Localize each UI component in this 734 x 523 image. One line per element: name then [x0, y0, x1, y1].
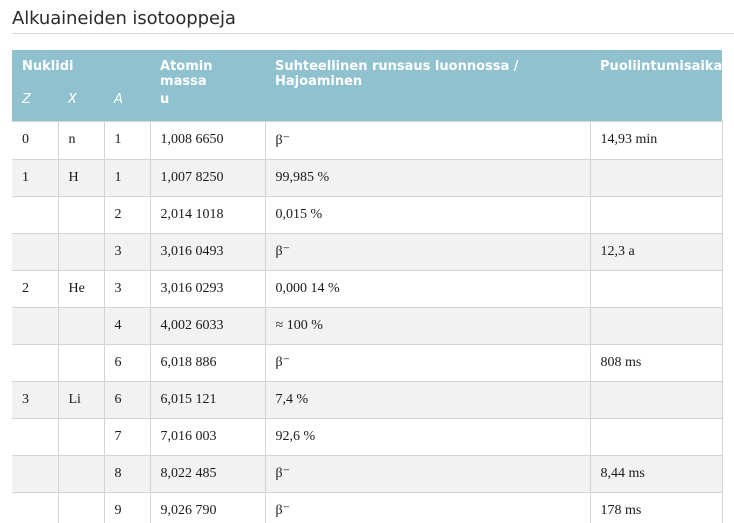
- table-row: 3 3,016 0493 β⁻ 12,3 a: [12, 232, 723, 271]
- header-empty: [590, 89, 723, 121]
- cell-element: Li: [57, 380, 105, 419]
- table-row: 7 7,016 003 92,6 %: [12, 417, 723, 456]
- table-row: 4 4,002 6033 ≈ 100 %: [12, 306, 723, 345]
- cell-element: [57, 454, 105, 493]
- cell-abundance-decay: β⁻: [264, 232, 591, 271]
- cell-atomic-mass: 7,016 003: [149, 417, 266, 456]
- cell-half-life: 8,44 ms: [589, 454, 723, 493]
- cell-mass-number: 3: [103, 269, 151, 308]
- cell-mass-number: 6: [103, 343, 151, 382]
- cell-half-life: [589, 417, 723, 456]
- cell-mass-number: 4: [103, 306, 151, 345]
- table-row: 1 H 1 1,007 8250 99,985 %: [12, 158, 723, 197]
- cell-element: [57, 306, 105, 345]
- cell-element: He: [57, 269, 105, 308]
- cell-element: [57, 491, 105, 523]
- cell-half-life: 178 ms: [589, 491, 723, 523]
- cell-mass-number: 8: [103, 454, 151, 493]
- cell-z: [12, 343, 59, 382]
- cell-mass-number: 3: [103, 232, 151, 271]
- cell-z: 3: [12, 380, 59, 419]
- cell-atomic-mass: 2,014 1018: [149, 195, 266, 234]
- cell-mass-number: 1: [103, 120, 151, 160]
- cell-half-life: 12,3 a: [589, 232, 723, 271]
- cell-element: H: [57, 158, 105, 197]
- cell-abundance-decay: 92,6 %: [264, 417, 591, 456]
- cell-half-life: [589, 380, 723, 419]
- cell-half-life: 14,93 min: [589, 120, 723, 160]
- cell-half-life: [589, 158, 723, 197]
- cell-abundance-decay: 0,015 %: [264, 195, 591, 234]
- table-body: 0 n 1 1,008 6650 β⁻ 14,93 min 1 H 1 1,007 8250 99,…: [12, 120, 723, 523]
- cell-atomic-mass: 1,007 8250: [149, 158, 266, 197]
- table-row: 2 He 3 3,016 0293 0,000 14 %: [12, 269, 723, 308]
- header-a: A: [104, 89, 151, 121]
- cell-abundance-decay: ≈ 100 %: [264, 306, 591, 345]
- cell-element: [57, 232, 105, 271]
- cell-abundance-decay: β⁻: [264, 454, 591, 493]
- header-nuklidi: Nuklidi: [12, 50, 151, 89]
- cell-abundance-decay: β⁻: [264, 491, 591, 523]
- header-empty: [265, 89, 591, 121]
- table-row: 8 8,022 485 β⁻ 8,44 ms: [12, 454, 723, 493]
- cell-abundance-decay: 99,985 %: [264, 158, 591, 197]
- cell-abundance-decay: β⁻: [264, 120, 591, 160]
- table-row: 0 n 1 1,008 6650 β⁻ 14,93 min: [12, 120, 723, 160]
- cell-atomic-mass: 9,026 790: [149, 491, 266, 523]
- table-row: 2 2,014 1018 0,015 %: [12, 195, 723, 234]
- cell-mass-number: 6: [103, 380, 151, 419]
- header-half-life: Puoliintumisaika: [590, 50, 722, 89]
- isotope-table: Nuklidi Atomin massa Suhteellinen runsau…: [12, 50, 723, 523]
- cell-atomic-mass: 1,008 6650: [149, 120, 266, 160]
- cell-atomic-mass: 3,016 0493: [149, 232, 266, 271]
- cell-half-life: [589, 269, 723, 308]
- table-row: 6 6,018 886 β⁻ 808 ms: [12, 343, 723, 382]
- cell-mass-number: 2: [103, 195, 151, 234]
- table-row: 3 Li 6 6,015 121 7,4 %: [12, 380, 723, 419]
- cell-atomic-mass: 4,002 6033: [149, 306, 266, 345]
- cell-atomic-mass: 6,018 886: [149, 343, 266, 382]
- cell-z: 0: [12, 120, 59, 160]
- cell-abundance-decay: β⁻: [264, 343, 591, 382]
- cell-z: 2: [12, 269, 59, 308]
- cell-z: [12, 232, 59, 271]
- title-divider: [12, 33, 734, 34]
- cell-element: n: [57, 120, 105, 160]
- header-atomic-mass: Atomin massa: [150, 50, 266, 89]
- cell-z: [12, 491, 59, 523]
- cell-z: [12, 454, 59, 493]
- cell-mass-number: 7: [103, 417, 151, 456]
- cell-atomic-mass: 8,022 485: [149, 454, 266, 493]
- cell-abundance-decay: 0,000 14 %: [264, 269, 591, 308]
- cell-abundance-decay: 7,4 %: [264, 380, 591, 419]
- cell-element: [57, 417, 105, 456]
- cell-atomic-mass: 6,015 121: [149, 380, 266, 419]
- cell-element: [57, 343, 105, 382]
- cell-mass-number: 9: [103, 491, 151, 523]
- table-header: Nuklidi Atomin massa Suhteellinen runsau…: [12, 50, 722, 121]
- cell-element: [57, 195, 105, 234]
- cell-mass-number: 1: [103, 158, 151, 197]
- page-title: Alkuaineiden isotooppeja: [12, 8, 236, 29]
- cell-atomic-mass: 3,016 0293: [149, 269, 266, 308]
- cell-z: [12, 195, 59, 234]
- cell-z: 1: [12, 158, 59, 197]
- header-z: Z: [12, 89, 58, 121]
- cell-z: [12, 306, 59, 345]
- cell-half-life: [589, 306, 723, 345]
- header-abundance-decay: Suhteellinen runsaus luonnossa / Hajoami…: [265, 50, 591, 89]
- cell-half-life: [589, 195, 723, 234]
- header-x: X: [58, 89, 104, 121]
- cell-z: [12, 417, 59, 456]
- header-mass-unit: u: [150, 89, 266, 121]
- table-row: 9 9,026 790 β⁻ 178 ms: [12, 491, 723, 523]
- cell-half-life: 808 ms: [589, 343, 723, 382]
